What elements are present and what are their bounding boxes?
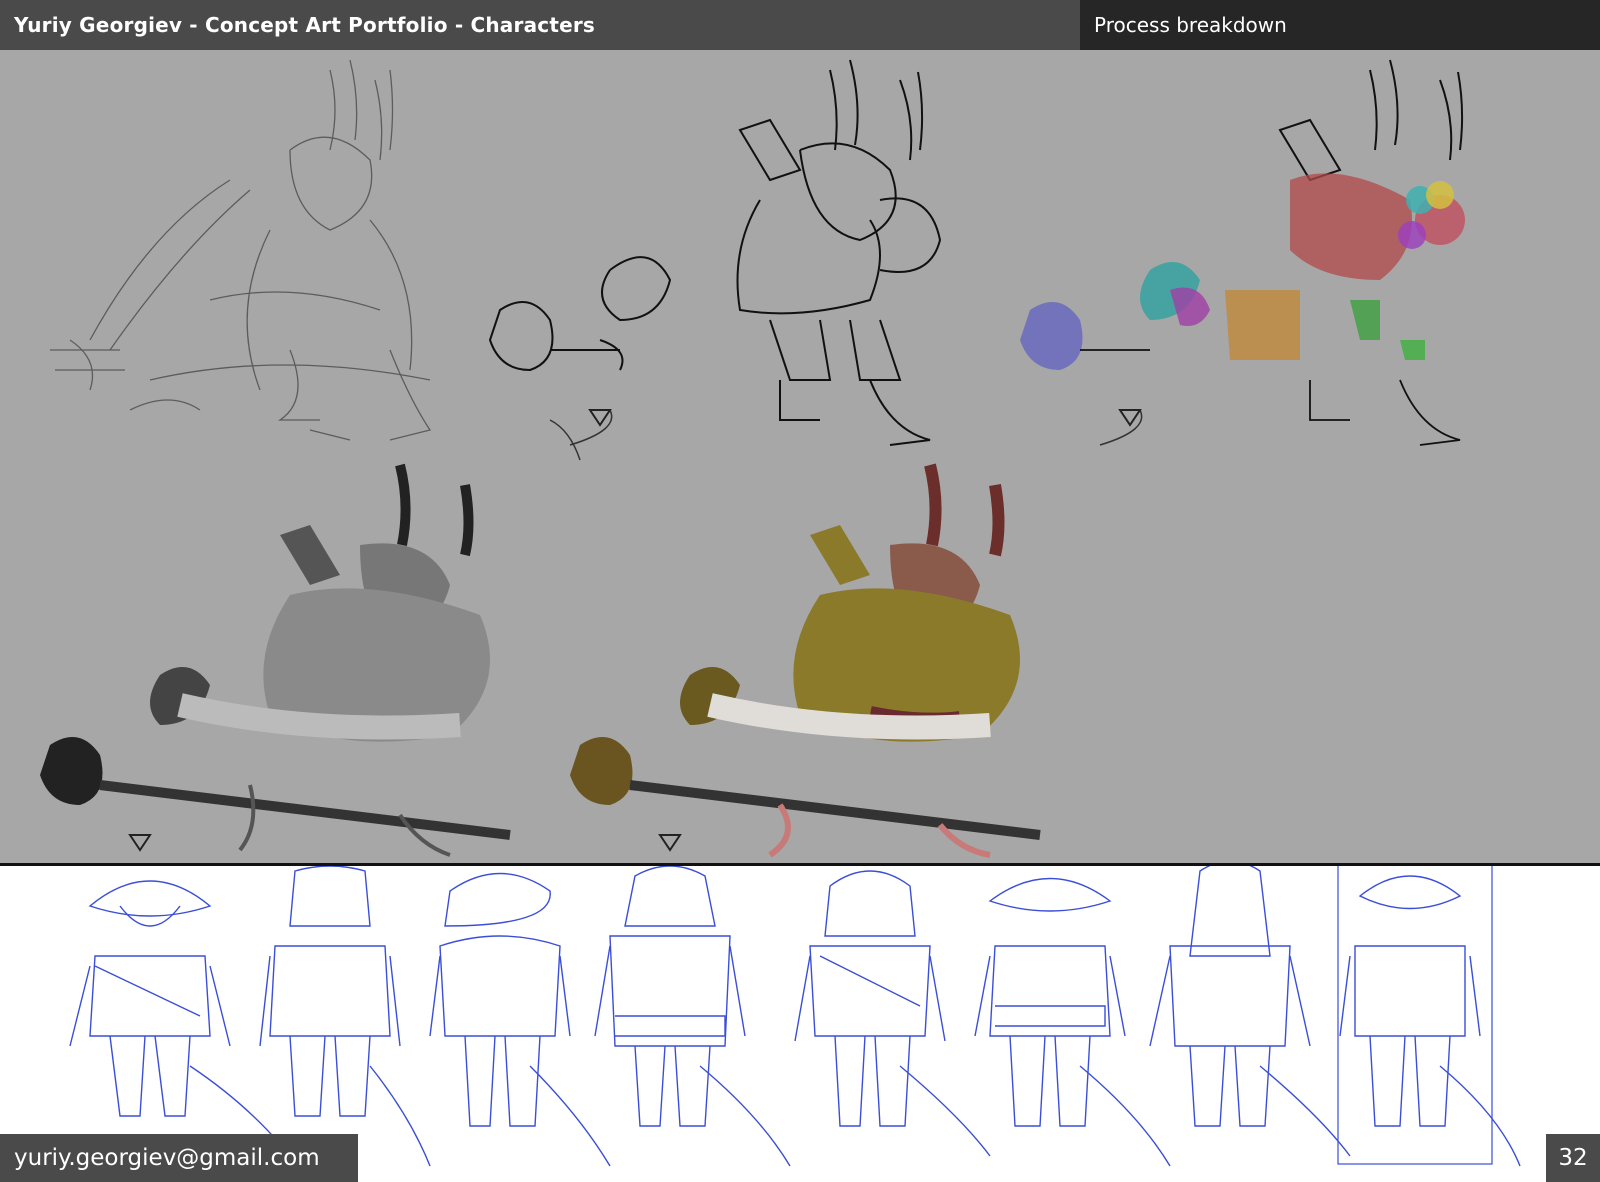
process-sketch-area [0, 50, 1600, 863]
lineup-figure [974, 877, 1171, 1167]
lineup-figure [594, 866, 791, 1167]
rough-gesture-sketch [50, 59, 432, 441]
lineup-figure [429, 872, 611, 1167]
lineup-figure [794, 870, 991, 1157]
line-sketch [488, 59, 942, 461]
lineup-figure [1339, 875, 1521, 1167]
color-block-sketch [1020, 59, 1465, 446]
page-title: Yuriy Georgiev - Concept Art Portfolio -… [14, 13, 596, 37]
header-section-label: Process breakdown [1080, 0, 1600, 50]
page-header: Yuriy Georgiev - Concept Art Portfolio -… [0, 0, 1600, 50]
contact-email: yuriy.georgiev@gmail.com [0, 1134, 358, 1182]
section-subtitle: Process breakdown [1094, 13, 1287, 37]
color-render [570, 463, 1041, 858]
lineup-figure [69, 880, 291, 1157]
lineup-figure [1149, 866, 1351, 1157]
page-number: 32 [1546, 1134, 1600, 1182]
lineup-figure [259, 866, 431, 1167]
grayscale-render [40, 463, 511, 857]
